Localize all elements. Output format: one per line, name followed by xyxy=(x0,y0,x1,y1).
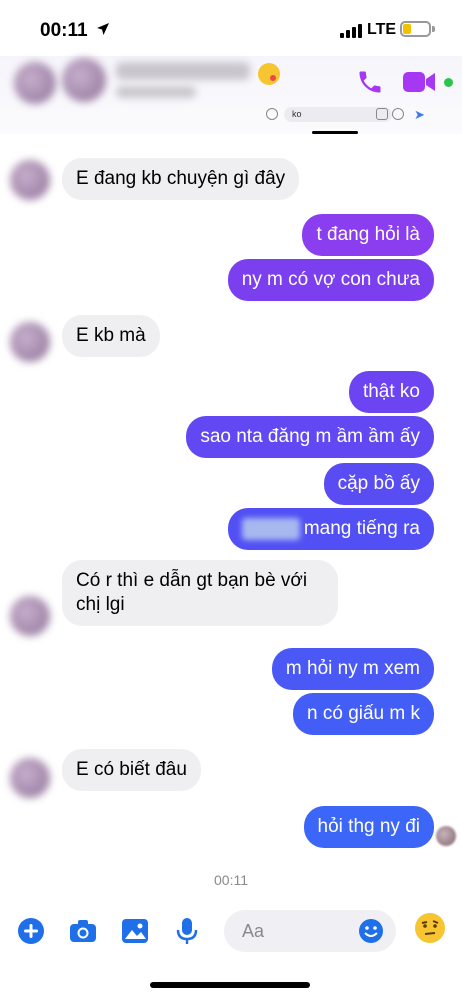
contact-status-redacted xyxy=(116,86,196,98)
status-time: 00:11 xyxy=(40,20,88,41)
home-indicator xyxy=(150,982,310,988)
network-label: LTE xyxy=(367,21,397,38)
message-bubble-outgoing[interactable]: hỏi thg ny đi xyxy=(303,806,434,848)
message-bubble-outgoing[interactable]: mang tiếng ra xyxy=(227,508,434,550)
message-bubble-outgoing[interactable]: sao nta đăng m ầm ầm ấy xyxy=(186,416,434,458)
signal-icon xyxy=(340,22,362,38)
composer-bar xyxy=(0,900,462,1000)
message-input[interactable] xyxy=(242,910,352,952)
video-camera-icon[interactable] xyxy=(403,70,437,94)
contact-name-redacted[interactable] xyxy=(116,62,250,80)
status-bar: 00:11 LTE xyxy=(0,0,462,58)
location-arrow-icon xyxy=(96,22,110,40)
overlay-divider xyxy=(312,131,358,134)
overlay-composer: ko ➤ xyxy=(262,104,458,126)
microphone-icon[interactable] xyxy=(172,916,202,946)
message-bubble-incoming[interactable]: E có biết đâu xyxy=(62,749,201,791)
seen-indicator-avatar xyxy=(436,826,456,846)
battery-icon xyxy=(400,21,431,37)
message-bubble-outgoing[interactable]: cặp bồ ấy xyxy=(323,463,434,505)
sender-avatar[interactable] xyxy=(10,322,50,362)
camera-icon[interactable] xyxy=(68,916,98,946)
online-indicator xyxy=(444,78,453,87)
message-bubble-outgoing[interactable]: n có giấu m k xyxy=(293,693,434,735)
redacted-text xyxy=(241,517,300,540)
mini-emoji-icon xyxy=(392,108,404,120)
back-button-blurred[interactable] xyxy=(14,62,56,104)
sender-avatar[interactable] xyxy=(10,160,50,200)
message-bubble-incoming[interactable]: E kb mà xyxy=(62,315,160,357)
image-icon[interactable] xyxy=(120,916,150,946)
battery-tip xyxy=(432,26,435,32)
mini-send-icon: ➤ xyxy=(414,107,425,122)
message-text: mang tiếng ra xyxy=(303,518,420,539)
smiley-icon[interactable] xyxy=(358,918,384,944)
message-bubble-outgoing[interactable]: thật ko xyxy=(348,371,434,413)
message-bubble-outgoing[interactable]: m hỏi ny m xem xyxy=(271,648,434,690)
kiss-emoji-icon xyxy=(258,63,280,85)
contact-avatar[interactable] xyxy=(62,58,106,102)
message-composer[interactable] xyxy=(224,910,396,952)
message-bubble-outgoing[interactable]: t đang hỏi là xyxy=(302,214,434,256)
message-bubble-incoming[interactable]: E đang kb chuyện gì đây xyxy=(62,158,300,200)
message-text-line: chị lgi xyxy=(76,594,125,615)
message-bubble-incoming[interactable]: Có r thì e dẫn gt bạn bè với chị lgi xyxy=(62,560,338,626)
sender-avatar[interactable] xyxy=(10,758,50,798)
sender-avatar[interactable] xyxy=(10,596,50,636)
message-text-line: Có r thì e dẫn gt bạn bè với xyxy=(76,570,308,591)
plus-icon[interactable] xyxy=(16,916,46,946)
emoji-icon[interactable] xyxy=(414,912,446,944)
message-timestamp: 00:11 xyxy=(214,872,248,888)
message-bubble-outgoing[interactable]: ny m có vợ con chưa xyxy=(227,259,434,301)
mini-camera-icon xyxy=(266,108,278,120)
phone-icon[interactable] xyxy=(356,68,384,96)
mini-sticker-icon xyxy=(376,108,388,120)
